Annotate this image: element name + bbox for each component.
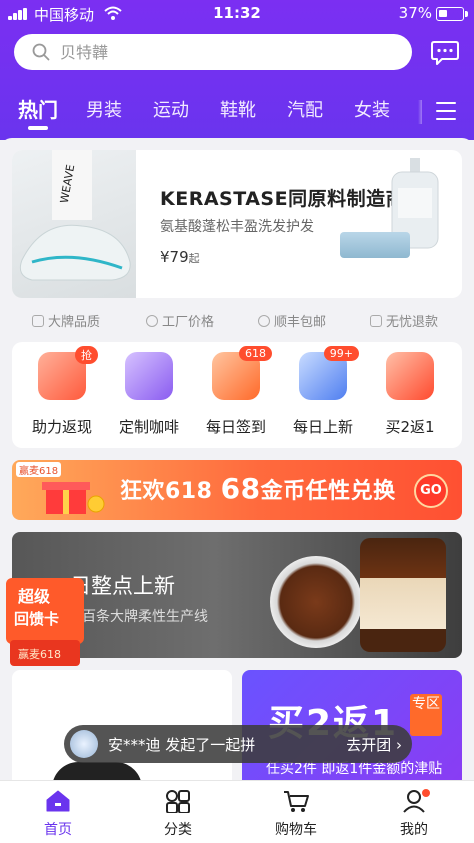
hero-brand: KERASTASE同原料制造商 <box>160 188 406 210</box>
home-icon <box>46 790 70 812</box>
notification-dot <box>422 789 430 797</box>
avatar <box>70 730 98 758</box>
promo-text: 狂欢618 68金币任性兑换 <box>120 472 396 505</box>
grid-icon <box>166 790 190 813</box>
return-gift-icon <box>386 352 434 400</box>
search-icon <box>32 43 50 61</box>
shortcut-checkin[interactable]: 618 每日签到 <box>196 346 276 437</box>
feature-quality: 大牌品质 <box>32 311 100 330</box>
shortcut-badge: 抢 <box>75 346 98 364</box>
gift-box-icon <box>42 482 105 514</box>
open-group-button[interactable]: 去开团 › <box>346 734 402 755</box>
toast-message: 安***迪 发起了一起拼 <box>108 736 256 754</box>
yen-coin-icon <box>146 315 158 327</box>
shortcut-coffee[interactable]: 定制咖啡 <box>109 352 189 437</box>
shortcut-label: 每日上新 <box>292 418 353 436</box>
super-feedback-card[interactable]: 超级 回馈卡 赢麦618 <box>6 578 84 668</box>
message-icon[interactable] <box>430 37 460 67</box>
nav-cart[interactable]: 购物车 <box>246 789 346 839</box>
home-content: WEAVE KERASTASE同原料制造商 氨基酸蓬松丰盈洗发护发 ¥79起 大… <box>0 138 474 780</box>
feature-free-shipping: 顺丰包邮 <box>258 311 326 330</box>
group-buy-toast[interactable]: 安***迪 发起了一起拼 去开团 › <box>64 725 412 763</box>
nav-label: 首页 <box>44 822 72 838</box>
hero-banner[interactable]: WEAVE KERASTASE同原料制造商 氨基酸蓬松丰盈洗发护发 ¥79起 <box>12 150 462 298</box>
shortcut-buy2-get1[interactable]: 买2返1 <box>370 352 450 437</box>
feature-factory-price: 工厂价格 <box>146 311 214 330</box>
shortcut-label: 买2返1 <box>385 418 435 436</box>
active-tab-indicator <box>28 126 48 130</box>
food-bowl-image <box>270 556 362 648</box>
app-header: 中国移动 11:32 37% 热门 男装 运动 鞋靴 汽配 女装 <box>0 0 474 140</box>
search-bar[interactable] <box>14 34 412 70</box>
new-store-icon: 99+ <box>299 346 359 400</box>
cart-icon <box>284 791 309 812</box>
stamp-line2: 回馈卡 <box>14 610 59 628</box>
card-zone-tag: 专区 <box>410 694 442 736</box>
category-tabs: 热门 男装 运动 鞋靴 汽配 女装 <box>0 92 474 132</box>
tab-auto-parts[interactable]: 汽配 <box>287 96 323 122</box>
stamp-tag: 赢麦618 <box>18 647 61 661</box>
search-input[interactable] <box>60 34 390 70</box>
sf-express-icon <box>258 315 270 327</box>
tab-sports[interactable]: 运动 <box>153 96 189 122</box>
shield-check-icon <box>370 315 382 327</box>
diamond-icon <box>32 315 44 327</box>
towel-image <box>340 232 410 258</box>
bottom-nav: 首页 分类 购物车 我的 <box>0 780 474 843</box>
menu-icon[interactable] <box>436 102 456 120</box>
leather-shoes-image <box>52 762 142 780</box>
battery-percent: 37% <box>398 4 432 22</box>
nav-label: 分类 <box>164 822 192 838</box>
red-packet-icon: 抢 <box>38 346 98 400</box>
service-guarantees: 大牌品质 工厂价格 顺丰包邮 无忧退款 <box>0 308 474 332</box>
tab-womenswear[interactable]: 女装 <box>354 96 390 122</box>
tab-menswear[interactable]: 男装 <box>86 96 122 122</box>
hero-subtitle: 氨基酸蓬松丰盈洗发护发 <box>160 219 314 235</box>
stamp-line1: 超级 <box>17 587 51 606</box>
nav-profile[interactable]: 我的 <box>364 789 464 839</box>
tab-hot[interactable]: 热门 <box>18 94 58 123</box>
tab-shoes[interactable]: 鞋靴 <box>220 96 256 122</box>
feature-refund: 无忧退款 <box>370 311 438 330</box>
shortcut-cashback[interactable]: 抢 助力返现 <box>22 346 102 437</box>
shortcut-new-arrivals[interactable]: 99+ 每日上新 <box>283 346 363 437</box>
shortcut-grid: 抢 助力返现 定制咖啡 618 每日签到 99+ 每日上新 买2返1 <box>12 342 462 448</box>
battery-icon <box>436 7 468 21</box>
sneaker-image: WEAVE <box>12 150 136 298</box>
promo-go-button[interactable]: GO <box>414 474 448 508</box>
tab-fade-divider <box>418 100 422 124</box>
banner-subtitle: 百条大牌柔性生产线 <box>82 609 208 625</box>
calendar-check-icon: 618 <box>212 346 272 400</box>
nav-label: 我的 <box>400 822 428 838</box>
nav-category[interactable]: 分类 <box>128 789 228 839</box>
shortcut-label: 每日签到 <box>205 418 266 436</box>
shortcut-badge: 99+ <box>323 346 359 361</box>
shortcut-badge: 618 <box>239 346 272 361</box>
nav-label: 购物车 <box>275 822 317 838</box>
promo-banner-618[interactable]: 赢麦618 狂欢618 68金币任性兑换 GO <box>12 460 462 520</box>
coffee-cup-icon <box>125 352 173 400</box>
shortcut-label: 定制咖啡 <box>118 418 179 436</box>
banner-title: 日整点上新 <box>70 574 175 598</box>
hero-price: ¥79起 <box>160 248 200 266</box>
status-bar: 中国移动 11:32 37% <box>0 0 474 28</box>
sauce-jar-image <box>360 538 446 652</box>
nav-home[interactable]: 首页 <box>8 789 108 839</box>
shortcut-label: 助力返现 <box>31 418 92 436</box>
